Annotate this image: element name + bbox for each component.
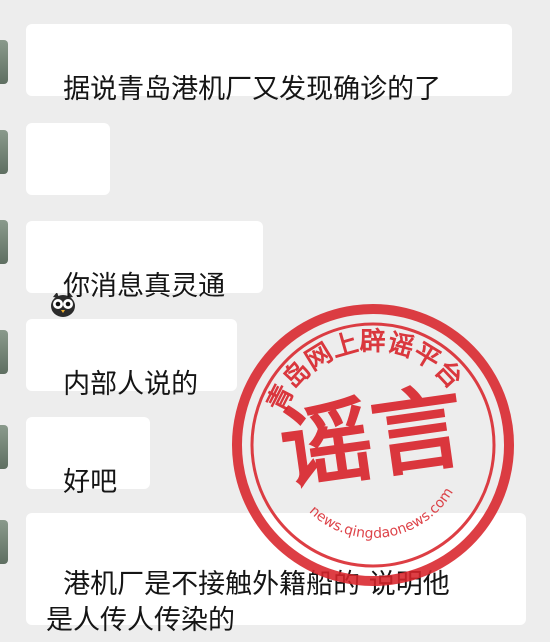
- message-bubble[interactable]: 港机厂是不接触外籍船的 说明他 是人传人传染的: [26, 513, 526, 636]
- message-text: 你消息真灵通: [63, 271, 226, 302]
- avatar[interactable]: [0, 520, 8, 564]
- message-text: 据说青岛港机厂又发现确诊的了: [63, 74, 442, 105]
- message-bubble[interactable]: [26, 123, 110, 317]
- message-bubble[interactable]: 你消息真灵通: [26, 221, 263, 302]
- message-text: 好吧: [63, 467, 118, 498]
- avatar[interactable]: [0, 330, 8, 374]
- message-bubble[interactable]: 好吧: [26, 417, 150, 498]
- avatar[interactable]: [0, 40, 8, 84]
- stamp-center-text: 谣言: [273, 372, 470, 505]
- message-text: 港机厂是不接触外籍船的 说明他 是人传人传染的: [46, 569, 450, 636]
- svg-text:青岛网上辟谣平台: 青岛网上辟谣平台: [253, 312, 471, 420]
- avatar[interactable]: [0, 130, 8, 174]
- avatar[interactable]: [0, 220, 8, 264]
- stamp-ring-text: 青岛网上辟谣平台: [253, 312, 471, 420]
- message-bubble[interactable]: 内部人说的: [26, 319, 237, 400]
- avatar[interactable]: [0, 425, 8, 469]
- message-text: 内部人说的: [63, 369, 199, 400]
- message-bubble[interactable]: 据说青岛港机厂又发现确诊的了: [26, 24, 512, 105]
